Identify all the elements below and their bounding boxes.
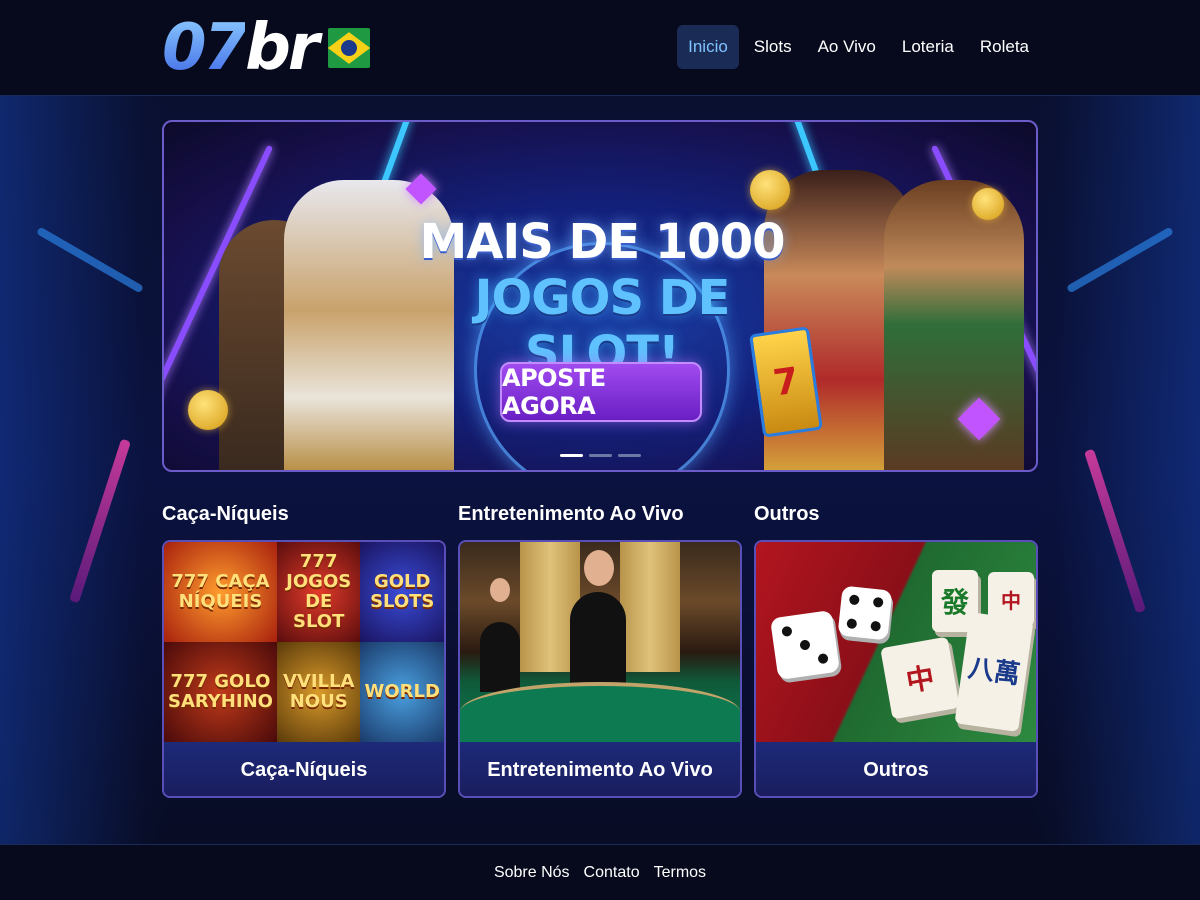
- dice-icon: [769, 609, 841, 681]
- slot-game-thumbnail: 777 JOGOS DE SLOT: [276, 542, 361, 642]
- carousel-indicators: [560, 454, 641, 457]
- neon-beam-decoration: [68, 438, 132, 604]
- blackjack-table: [460, 682, 740, 742]
- neon-beam-decoration: [36, 226, 144, 294]
- logo-part-br: br: [245, 11, 319, 85]
- hero-headline: MAIS DE 1000 JOGOS DE SLOT!: [414, 214, 790, 382]
- nav-item-slots[interactable]: Slots: [743, 25, 803, 69]
- neon-beam-decoration: [1066, 226, 1174, 294]
- category-card-label: Entretenimento Ao Vivo: [460, 742, 740, 796]
- category-live: Entretenimento Ao Vivo Entretenimento Ao…: [458, 500, 742, 798]
- slot-game-thumbnail: GOLD SLOTS: [360, 542, 444, 642]
- footer-link-terms[interactable]: Termos: [654, 864, 706, 882]
- footer-link-contact[interactable]: Contato: [584, 864, 640, 882]
- dice-icon: [837, 585, 893, 641]
- live-casino-image: [460, 542, 740, 742]
- carousel-dot-1[interactable]: [560, 454, 583, 457]
- nav-item-inicio[interactable]: Inicio: [677, 25, 739, 69]
- category-slots: Caça-Níqueis 777 CAÇA NÍQUEIS 777 JOGOS …: [162, 500, 446, 798]
- category-card-live[interactable]: Entretenimento Ao Vivo: [458, 540, 742, 798]
- slot-game-thumbnail: 777 CAÇA NÍQUEIS: [164, 542, 277, 642]
- nav-item-roleta[interactable]: Roleta: [969, 25, 1040, 69]
- nav-item-loteria[interactable]: Loteria: [891, 25, 965, 69]
- slot-game-thumbnail: WORLD: [360, 642, 444, 742]
- carousel-dot-2[interactable]: [589, 454, 612, 457]
- main-nav: Inicio Slots Ao Vivo Loteria Roleta: [677, 25, 1040, 69]
- category-card-others[interactable]: 發 中 中 八萬 Outros: [754, 540, 1038, 798]
- brazil-flag-icon: [328, 28, 371, 68]
- logo-part-07: 07: [162, 11, 248, 85]
- slot-games-thumbnail-grid: 777 CAÇA NÍQUEIS 777 JOGOS DE SLOT GOLD …: [164, 542, 444, 742]
- carousel-dot-3[interactable]: [618, 454, 641, 457]
- category-heading: Outros: [754, 503, 820, 525]
- footer-link-about[interactable]: Sobre Nós: [494, 864, 570, 882]
- category-heading: Entretenimento Ao Vivo: [458, 503, 684, 525]
- category-card-label: Outros: [756, 742, 1036, 796]
- category-card-label: Caça-Níqueis: [164, 742, 444, 796]
- logo-text: 07br: [162, 11, 319, 85]
- coin-icon: [972, 188, 1004, 220]
- site-header: 07br Inicio Slots Ao Vivo Loteria Roleta: [0, 0, 1200, 96]
- category-others: Outros 發 中 中 八萬 Outros: [754, 500, 1038, 798]
- category-heading: Caça-Níqueis: [162, 503, 289, 525]
- neon-beam-decoration: [1083, 448, 1147, 614]
- slot-game-thumbnail: 777 GOLO SARYHINO: [164, 642, 277, 742]
- category-card-slots[interactable]: 777 CAÇA NÍQUEIS 777 JOGOS DE SLOT GOLD …: [162, 540, 446, 798]
- dice-mahjong-image: 發 中 中 八萬: [756, 542, 1036, 742]
- dealer-head: [584, 550, 614, 586]
- dealer-head: [490, 578, 510, 602]
- hero-headline-line1: MAIS DE 1000: [419, 214, 786, 270]
- slot-game-thumbnail: VVILLA NOUS: [276, 642, 361, 742]
- mahjong-tile: 中: [880, 636, 960, 720]
- dealer-figure: [480, 622, 520, 692]
- hero-banner[interactable]: 7 MAIS DE 1000 JOGOS DE SLOT! APOSTE AGO…: [162, 120, 1038, 472]
- dealer-figure: [570, 592, 626, 692]
- site-footer: Sobre Nós Contato Termos: [0, 844, 1200, 900]
- curtain-decoration: [620, 542, 680, 672]
- nav-item-ao-vivo[interactable]: Ao Vivo: [807, 25, 887, 69]
- coin-icon: [188, 390, 228, 430]
- coin-icon: [750, 170, 790, 210]
- site-logo[interactable]: 07br: [162, 11, 371, 85]
- bet-now-button[interactable]: APOSTE AGORA: [500, 362, 702, 422]
- cowboy-character-image: [884, 180, 1024, 470]
